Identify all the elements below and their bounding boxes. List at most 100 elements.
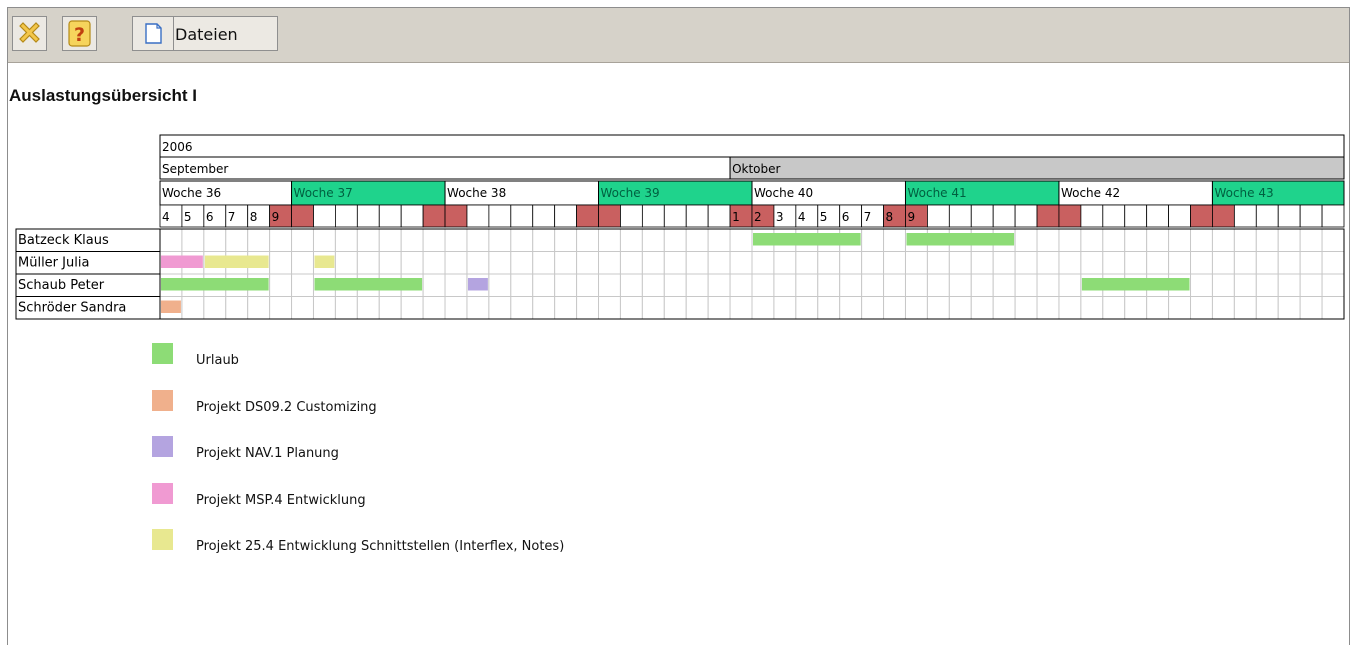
grid-cell <box>1255 251 1279 275</box>
grid-cell <box>203 228 227 252</box>
day-cell <box>1212 204 1235 228</box>
allocation-bar[interactable] <box>161 255 203 269</box>
grid-cell <box>422 273 446 297</box>
day-cell <box>510 204 534 228</box>
grid-cell <box>181 296 205 320</box>
grid-cell <box>444 251 468 275</box>
day-cell <box>1124 204 1148 228</box>
grid-cell <box>488 228 512 252</box>
grid-cell <box>291 273 314 297</box>
grid-cell <box>269 273 293 297</box>
grid-cell <box>1255 228 1279 252</box>
grid-cell <box>225 228 249 252</box>
grid-cell <box>1255 296 1279 320</box>
week-label: Woche 42 <box>1061 186 1120 200</box>
grid-cell <box>817 273 841 297</box>
grid-cell <box>663 273 687 297</box>
day-cell <box>444 204 468 228</box>
grid-cell <box>334 228 358 252</box>
grid-cell <box>1036 273 1060 297</box>
day-cell <box>1036 204 1060 228</box>
allocation-bar[interactable] <box>467 278 488 291</box>
legend-label: Projekt 25.4 Entwicklung Schnittstellen … <box>196 539 565 554</box>
day-label: 7 <box>864 210 872 224</box>
allocation-bar[interactable] <box>314 278 423 291</box>
allocation-bar[interactable] <box>1081 278 1190 291</box>
allocation-bar[interactable] <box>161 300 181 314</box>
grid-cell <box>948 296 972 320</box>
grid-cell <box>839 251 863 275</box>
grid-cell <box>510 296 534 320</box>
grid-cell <box>510 251 534 275</box>
grid-cell <box>312 228 336 252</box>
week-label: Woche 36 <box>162 186 221 200</box>
grid-cell <box>1190 296 1213 320</box>
grid-cell <box>378 228 402 252</box>
allocation-bar[interactable] <box>753 233 861 246</box>
person-name: Schröder Sandra <box>18 301 126 316</box>
grid-cell <box>926 273 950 297</box>
legend-label: Projekt DS09.2 Customizing <box>196 399 377 415</box>
grid-cell <box>1080 251 1104 275</box>
year-header <box>159 134 1345 158</box>
grid-cell <box>729 251 753 275</box>
day-label: 7 <box>228 210 236 224</box>
grid-cell <box>948 273 972 297</box>
grid-cell <box>598 228 621 252</box>
day-cell <box>291 204 314 228</box>
grid-cell <box>861 296 885 320</box>
grid-cell <box>400 228 424 252</box>
grid-cell <box>1036 251 1060 275</box>
grid-cell <box>1321 273 1345 297</box>
grid-cell <box>795 296 819 320</box>
legend-label: Projekt MSP.4 Entwicklung <box>196 492 366 508</box>
day-cell <box>488 204 512 228</box>
grid-cell <box>576 251 600 275</box>
grid-cell <box>1168 296 1192 320</box>
grid-cell <box>1211 228 1235 252</box>
grid-cell <box>1146 251 1170 275</box>
legend-swatch <box>152 343 173 364</box>
grid-cell <box>269 296 293 320</box>
allocation-bar[interactable] <box>314 255 335 269</box>
day-cell <box>1255 204 1279 228</box>
grid-cell <box>751 273 775 297</box>
week-label: Woche 39 <box>601 186 660 200</box>
grid-cell <box>532 251 556 275</box>
grid-cell <box>1058 251 1082 275</box>
grid-cell <box>1080 228 1104 252</box>
week-label: Woche 40 <box>754 186 813 200</box>
grid-cell <box>992 296 1016 320</box>
grid-cell <box>1058 273 1082 297</box>
grid-cell <box>532 296 556 320</box>
grid-cell <box>1014 228 1038 252</box>
allocation-bar[interactable] <box>906 233 1015 246</box>
legend-swatch <box>152 389 173 411</box>
grid-cell <box>400 296 424 320</box>
day-cell <box>992 204 1016 228</box>
day-label: 8 <box>250 210 258 224</box>
day-label: 2 <box>754 210 762 224</box>
grid-cell <box>1233 273 1257 297</box>
grid-cell <box>619 296 643 320</box>
grid-cell <box>970 296 994 320</box>
grid-cell <box>1211 296 1235 320</box>
grid-cell <box>1146 296 1170 320</box>
grid-cell <box>598 251 621 275</box>
allocation-bar[interactable] <box>161 278 269 291</box>
grid-cell <box>466 228 490 252</box>
day-cell <box>948 204 972 228</box>
grid-cell <box>685 251 709 275</box>
day-label: 3 <box>776 210 784 224</box>
grid-cell <box>1058 228 1082 252</box>
grid-cell <box>1168 251 1192 275</box>
grid-cell <box>992 251 1016 275</box>
day-cell <box>1277 204 1301 228</box>
grid-cell <box>247 296 271 320</box>
year-label: 2006 <box>162 140 193 154</box>
day-cell <box>356 204 380 228</box>
allocation-bar[interactable] <box>204 255 269 269</box>
grid-cell <box>1080 296 1104 320</box>
grid-cell <box>422 228 446 252</box>
grid-cell <box>510 273 534 297</box>
